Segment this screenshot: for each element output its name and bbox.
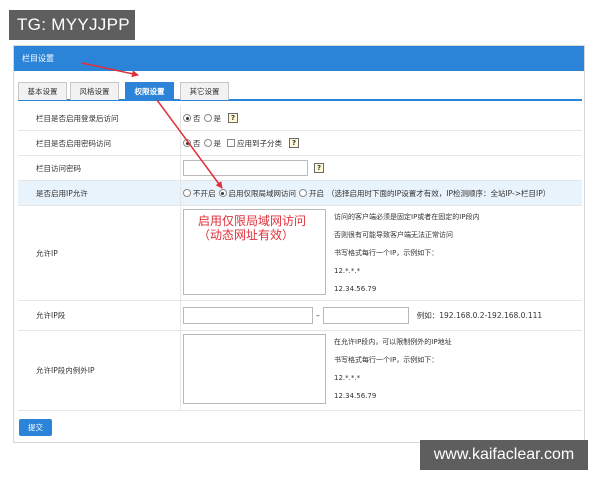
login-no-radio[interactable] [183,114,191,122]
ip-allow-lan-label: 启用仅限局域网访问 [228,188,297,198]
ip-allow-on-label: 开启 [309,188,324,198]
allow-ip-hint-4: 12.*.*.* [334,267,361,275]
login-access-label: 栏目是否启用登录后访问 [36,113,119,123]
password-access-label: 栏目是否启用密码访问 [36,138,111,148]
site-watermark: www.kaifaclear.com [420,440,588,470]
allow-ip-exceptions-textarea[interactable] [183,334,326,404]
divider [180,181,181,205]
allow-ip-hint-5: 12.34.56.79 [334,285,377,293]
row-access-password: 栏目访问密码 ? [18,156,582,181]
row-allow-ip-range: 允许IP段 – 例如：192.168.0.2-192.168.0.111 [18,301,582,331]
login-access-options: 否 是 ? [183,106,238,130]
range-separator: – [316,311,320,320]
access-password-control: ? [183,156,324,180]
divider [180,206,181,300]
submit-button[interactable]: 提交 [19,419,52,436]
allow-ip-textarea[interactable]: 启用仅限局域网访问 （动态网址有效） [183,209,326,295]
apply-subcategory-checkbox[interactable] [227,139,235,147]
permission-form: 栏目是否启用登录后访问 否 是 ? 栏目是否启用密码访问 否 是 应用到子分类 … [18,106,582,411]
password-yes-label: 是 [213,138,222,148]
allow-ip-hint-2: 否则很有可能导致客户端无法正常访问 [334,231,453,239]
ip-allow-off-radio[interactable] [183,189,191,197]
allow-ip-label: 允许IP [36,248,58,258]
password-no-radio[interactable] [183,139,191,147]
ip-allow-label: 是否启用IP允许 [36,188,88,198]
divider [180,106,181,130]
ip-allow-off-label: 不开启 [193,188,216,198]
allow-ip-exceptions-label: 允许IP段内例外IP [36,366,95,375]
apply-subcategory-label: 应用到子分类 [237,138,282,148]
tab-permissions[interactable]: 权限设置 [125,82,174,101]
password-yes-radio[interactable] [203,139,212,147]
divider [180,301,181,330]
ip-range-example: 例如：192.168.0.2-192.168.0.111 [416,311,543,320]
tab-other[interactable]: 其它设置 [180,82,229,100]
divider [180,156,181,180]
allow-ip-hint-1: 访问的客户端必须是固定IP或者在固定的IP段内 [334,213,480,221]
allow-ip-hint-3: 书写格式每行一个IP，示例如下： [334,249,439,257]
divider [180,331,181,410]
divider [180,131,181,155]
help-icon[interactable]: ? [289,138,299,148]
login-yes-label: 是 [213,113,222,123]
ip-allow-note: （选择启用时下面的IP设置才有效，IP检测顺序：全站IP->栏目IP） [327,188,551,198]
allow-ip-range-label: 允许IP段 [36,311,66,320]
screenshot: TG: MYYJJPP 栏目设置 基本设置 风格设置 权限设置 其它设置 栏目是… [0,0,600,480]
password-no-label: 否 [193,138,201,148]
login-yes-radio[interactable] [203,114,212,122]
tab-basic[interactable]: 基本设置 [18,82,67,100]
row-allow-ip: 允许IP 启用仅限局域网访问 （动态网址有效） 访问的客户端必须是固定IP或者在… [18,206,582,301]
allow-ip-range-control: – 例如：192.168.0.2-192.168.0.111 [183,301,542,330]
help-icon[interactable]: ? [228,113,238,123]
exceptions-hint-4: 12.34.56.79 [334,392,377,400]
ip-allow-lan-radio[interactable] [218,189,227,197]
lan-annotation-line1: 启用仅限局域网访问 [198,214,307,228]
ip-range-end-input[interactable] [322,307,409,324]
tab-style[interactable]: 风格设置 [70,82,119,100]
ip-allow-options: 不开启 启用仅限局域网访问 开启 （选择启用时下面的IP设置才有效，IP检测顺序… [183,181,550,205]
row-password-access: 栏目是否启用密码访问 否 是 应用到子分类 ? [18,131,582,156]
lan-annotation-line2: （动态网址有效） [198,228,295,242]
row-allow-ip-exceptions: 允许IP段内例外IP 在允许IP段内，可以限制例外的IP地址 书写格式每行一个I… [18,331,582,411]
exceptions-hint-2: 书写格式每行一个IP，示例如下： [334,356,439,364]
exceptions-hint-3: 12.*.*.* [334,374,361,382]
help-icon[interactable]: ? [314,163,324,173]
submit-bar: 提交 [14,416,584,443]
tg-badge: TG: MYYJJPP [9,10,135,40]
access-password-label: 栏目访问密码 [36,163,81,173]
password-access-options: 否 是 应用到子分类 ? [183,131,299,155]
login-no-label: 否 [193,113,201,123]
ip-allow-on-radio[interactable] [299,189,307,197]
panel-title: 栏目设置 [14,46,584,71]
exceptions-hint-1: 在允许IP段内，可以限制例外的IP地址 [334,338,452,346]
settings-panel: 栏目设置 基本设置 风格设置 权限设置 其它设置 栏目是否启用登录后访问 否 是… [13,45,585,443]
tab-bar: 基本设置 风格设置 权限设置 其它设置 [18,82,582,101]
ip-range-start-input[interactable] [183,307,313,324]
row-ip-allow: 是否启用IP允许 不开启 启用仅限局域网访问 开启 （选择启用时下面的IP设置才… [18,181,582,206]
access-password-input[interactable] [183,160,308,176]
row-login-access: 栏目是否启用登录后访问 否 是 ? [18,106,582,131]
